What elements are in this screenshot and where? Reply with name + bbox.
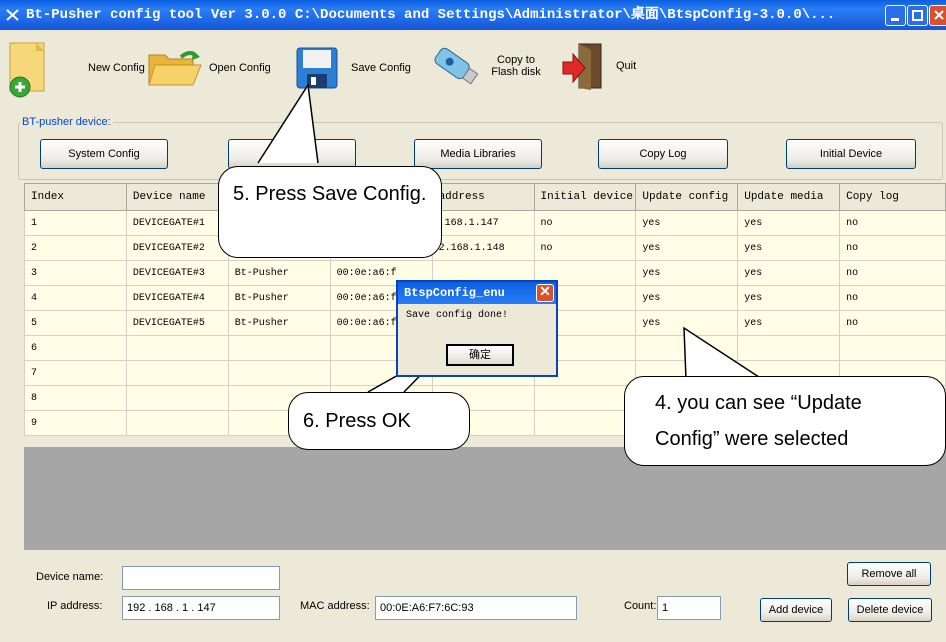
dialog-title-bar: BtspConfig_enu ✕: [398, 282, 556, 304]
save-done-dialog: BtspConfig_enu ✕ Save config done! 确定: [396, 280, 558, 377]
callout-step5: 5. Press Save Config.: [218, 166, 442, 258]
close-icon: ✕: [539, 285, 551, 301]
dialog-close-button[interactable]: ✕: [536, 284, 554, 302]
callout-step6: 6. Press OK: [288, 392, 470, 450]
dialog-message: Save config done!: [406, 310, 509, 321]
callout-step4: 4. you can see “Update Config” were sele…: [624, 376, 946, 466]
dialog-ok-button[interactable]: 确定: [446, 344, 514, 366]
dialog-title: BtspConfig_enu: [404, 286, 505, 300]
